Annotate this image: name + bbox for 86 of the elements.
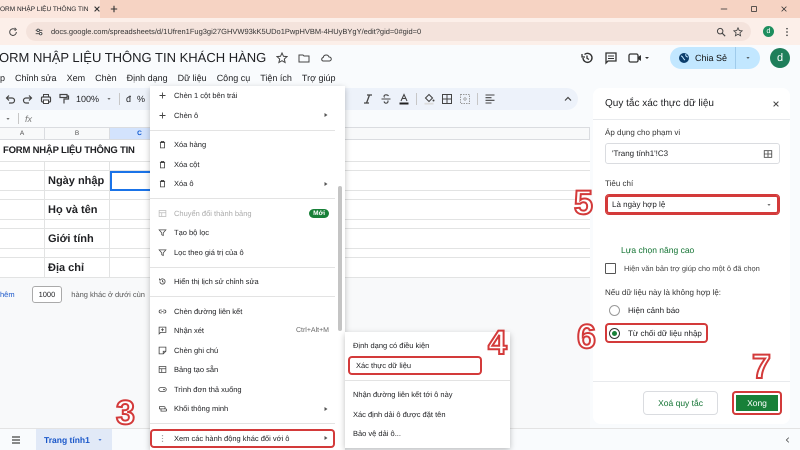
step-number: 6: [577, 320, 596, 354]
redo-icon[interactable]: [22, 93, 34, 105]
restore-icon[interactable]: [750, 5, 758, 13]
menu-item[interactable]: Xem: [66, 73, 86, 83]
italic-icon[interactable]: [362, 93, 374, 105]
plus-icon[interactable]: [110, 5, 118, 13]
radio-option[interactable]: Hiện cảnh báo: [605, 300, 686, 320]
table-cell: [0, 258, 45, 278]
percent-format-button[interactable]: %: [137, 94, 146, 104]
menu-item[interactable]: Tiện ích: [260, 73, 292, 83]
video-call-icon[interactable]: [628, 50, 650, 64]
print-icon[interactable]: [40, 93, 52, 105]
chevron-icon[interactable]: [784, 436, 792, 444]
menu-item[interactable]: Định dạng: [126, 73, 168, 83]
menu-item[interactable]: Chỉnh sửa: [15, 73, 57, 83]
globe-icon: [678, 52, 690, 64]
comment-icon: [158, 326, 167, 336]
close-icon[interactable]: [772, 100, 780, 108]
trash-icon: [158, 140, 167, 150]
filter-icon: [158, 248, 167, 257]
undo-icon[interactable]: [4, 93, 16, 105]
submenu-arrow-icon: [323, 406, 329, 412]
history-icon[interactable]: [580, 50, 594, 64]
share-button[interactable]: Chia Sẻ: [670, 46, 760, 68]
zoom-icon[interactable]: [716, 26, 726, 36]
field-label: Tiêu chí: [605, 179, 634, 188]
criteria-dropdown[interactable]: Là ngày hợp lệ: [605, 194, 780, 215]
strikethrough-icon[interactable]: [380, 93, 392, 105]
reload-icon[interactable]: [8, 26, 18, 36]
paint-format-icon[interactable]: [58, 93, 70, 105]
link-icon: [158, 306, 167, 316]
submenu-arrow-icon: [323, 435, 329, 442]
text-color-icon[interactable]: [398, 93, 410, 105]
range-field[interactable]: 'Trang tính1'!C3: [605, 143, 780, 164]
site-info-icon[interactable]: [34, 26, 44, 36]
menu-item[interactable]: Chèn: [95, 73, 117, 83]
step-number: 5: [574, 186, 593, 220]
close-icon[interactable]: [780, 5, 788, 13]
menu-item[interactable]: Dữ liệu: [178, 73, 207, 83]
align-icon[interactable]: [484, 93, 496, 105]
remove-rule-button[interactable]: Xoá quy tắc: [643, 391, 718, 415]
merge-cells-icon[interactable]: [459, 93, 471, 105]
plus-icon: [158, 110, 167, 120]
history-icon: [158, 277, 167, 286]
table-cell: Địa chỉ: [45, 258, 110, 278]
user-avatar[interactable]: d: [770, 48, 790, 68]
zoom-select[interactable]: 100%: [76, 94, 100, 104]
trash-icon: [158, 179, 167, 188]
table-icon: [158, 208, 167, 218]
dropdown-icon: [158, 384, 167, 394]
sheet-tab[interactable]: Trang tính1: [36, 428, 112, 450]
borders-icon[interactable]: [441, 93, 453, 105]
close-icon[interactable]: [92, 5, 100, 13]
note-icon: [158, 346, 167, 355]
scrollbar[interactable]: [338, 186, 342, 331]
menu-item[interactable]: Công cụ: [216, 73, 250, 83]
formula-label: fx: [25, 114, 32, 124]
table-icon: [158, 365, 167, 374]
panel-title: Quy tắc xác thực dữ liệu: [605, 98, 714, 109]
star-icon[interactable]: [276, 52, 288, 64]
submenu-arrow-icon: [323, 112, 329, 118]
menu-item[interactable]: p: [0, 73, 6, 83]
currency-format-button[interactable]: đ: [126, 94, 132, 104]
step-number: 7: [752, 350, 771, 384]
menu-icon[interactable]: [10, 434, 22, 446]
radio-option[interactable]: Từ chối dữ liệu nhập: [605, 323, 708, 343]
step-number: 4: [488, 326, 507, 360]
trash-icon: [158, 160, 167, 169]
star-icon[interactable]: [733, 26, 743, 36]
chip-icon: [158, 404, 167, 414]
field-label: Áp dụng cho phạm vi: [605, 128, 682, 137]
advanced-options-link[interactable]: Lựa chọn nâng cao: [621, 245, 780, 255]
field-label: Nếu dữ liệu này là không hợp lệ:: [605, 288, 722, 297]
folder-icon[interactable]: [298, 52, 310, 64]
done-button[interactable]: Xong: [732, 391, 782, 415]
filter-icon: [158, 228, 167, 238]
step-number: 3: [116, 396, 135, 430]
table-cell-text: FORM NHẬP LIỆU THÔNG TIN: [2, 145, 135, 156]
submenu-arrow-icon: [323, 180, 329, 187]
grid-icon[interactable]: [763, 148, 773, 158]
plus-icon: [158, 91, 167, 100]
checkbox[interactable]: [605, 263, 616, 274]
menu-item[interactable]: Trợ giúp: [302, 73, 336, 83]
cloud-icon[interactable]: [320, 52, 332, 64]
comment-icon[interactable]: [604, 50, 618, 64]
fill-color-icon[interactable]: [423, 93, 435, 105]
